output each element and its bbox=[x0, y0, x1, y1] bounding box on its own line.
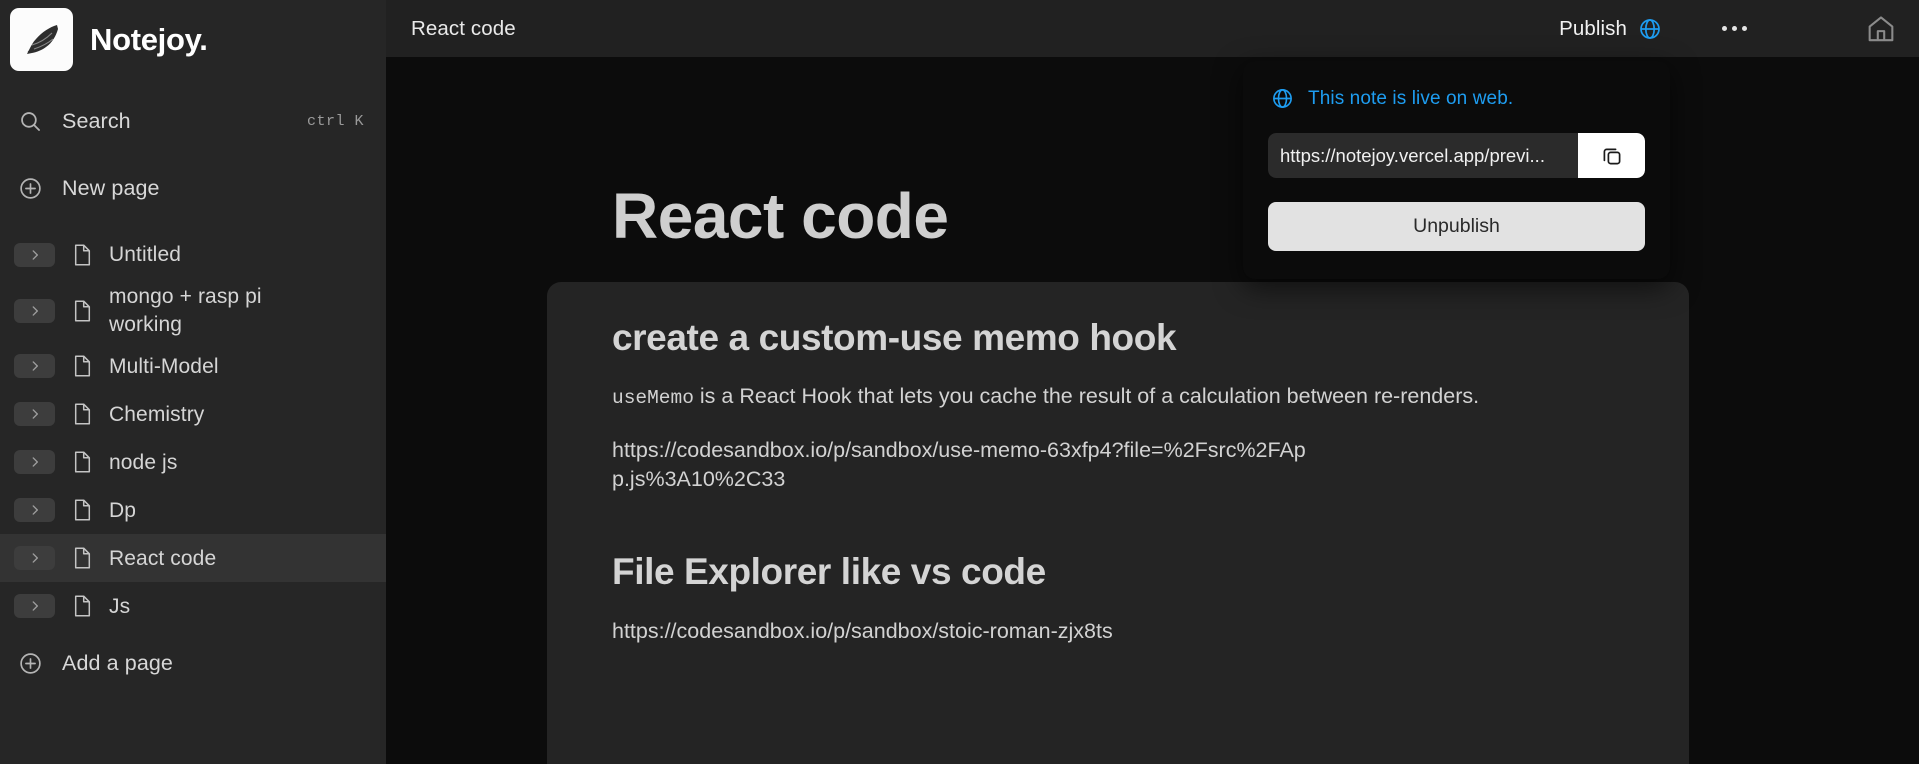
sidebar-item-label: node js bbox=[109, 450, 178, 474]
unpublish-button[interactable]: Unpublish bbox=[1268, 202, 1645, 251]
sidebar-item-multi-model[interactable]: Multi-Model bbox=[0, 342, 386, 390]
file-icon bbox=[71, 354, 93, 378]
chevron-right-icon[interactable] bbox=[14, 298, 55, 323]
publish-status: This note is live on web. bbox=[1268, 87, 1645, 110]
publish-popover: This note is live on web. https://notejo… bbox=[1243, 61, 1670, 279]
published-url-row: https://notejoy.vercel.app/previ... bbox=[1268, 133, 1645, 178]
sidebar-item-label: mongo + rasp pi working bbox=[109, 285, 262, 336]
chevron-right-icon[interactable] bbox=[14, 594, 55, 619]
file-icon bbox=[71, 546, 93, 570]
copy-icon bbox=[1600, 144, 1624, 168]
add-page-label: Add a page bbox=[62, 650, 173, 675]
search-button[interactable]: Search ctrl K bbox=[0, 98, 386, 144]
chevron-right-icon[interactable] bbox=[14, 546, 55, 571]
sidebar-item-untitled[interactable]: Untitled bbox=[0, 231, 386, 279]
breadcrumb-note-title[interactable]: React code bbox=[411, 17, 516, 41]
app-root: Notejoy. Search ctrl K New page Untitled… bbox=[0, 0, 1919, 764]
sidebar: Notejoy. Search ctrl K New page Untitled… bbox=[0, 0, 386, 764]
sidebar-item-label: Js bbox=[109, 594, 131, 618]
topbar: React code Publish bbox=[386, 0, 1919, 57]
ellipsis-icon bbox=[1732, 26, 1737, 31]
search-icon bbox=[18, 109, 43, 134]
sidebar-item-label: Chemistry bbox=[109, 402, 205, 426]
sidebar-item-react-code[interactable]: React code bbox=[0, 534, 386, 583]
file-icon bbox=[71, 450, 93, 474]
sidebar-item-chemistry[interactable]: Chemistry bbox=[0, 390, 386, 438]
search-shortcut: ctrl K bbox=[306, 112, 364, 130]
file-icon bbox=[71, 594, 93, 618]
note-heading-2[interactable]: File Explorer like vs code bbox=[612, 549, 1627, 595]
note-heading-1[interactable]: create a custom-use memo hook bbox=[612, 315, 1627, 361]
ellipsis-icon bbox=[1722, 26, 1727, 31]
publish-button[interactable]: Publish bbox=[1551, 13, 1670, 45]
file-icon bbox=[71, 243, 93, 267]
search-label: Search bbox=[62, 108, 131, 133]
globe-icon bbox=[1271, 87, 1294, 110]
publish-label: Publish bbox=[1559, 16, 1627, 40]
publish-status-text: This note is live on web. bbox=[1308, 87, 1514, 109]
file-icon bbox=[71, 402, 93, 426]
sidebar-item-js[interactable]: Js bbox=[0, 582, 386, 630]
file-icon bbox=[71, 498, 93, 522]
plus-circle-icon bbox=[18, 651, 43, 676]
copy-url-button[interactable] bbox=[1578, 133, 1645, 178]
ellipsis-icon bbox=[1742, 26, 1747, 31]
brand-name: Notejoy. bbox=[90, 21, 208, 57]
sidebar-item-label: Untitled bbox=[109, 243, 182, 267]
sidebar-item-mongo-rasp-pi-working[interactable]: mongo + rasp pi working bbox=[0, 279, 386, 342]
chevron-right-icon[interactable] bbox=[14, 402, 55, 427]
main-area: React code Publish This note is live on … bbox=[386, 0, 1919, 764]
file-icon bbox=[71, 299, 93, 323]
more-options-button[interactable] bbox=[1708, 20, 1761, 37]
note-paragraph-1-text: is a React Hook that lets you cache the … bbox=[693, 384, 1480, 409]
document-area: React code create a custom-use memo hook… bbox=[386, 57, 1919, 764]
note-card: create a custom-use memo hook useMemo is… bbox=[547, 282, 1689, 764]
chevron-right-icon[interactable] bbox=[14, 450, 55, 475]
home-button[interactable] bbox=[1861, 9, 1901, 49]
chevron-right-icon[interactable] bbox=[14, 354, 55, 379]
published-url-text[interactable]: https://notejoy.vercel.app/previ... bbox=[1268, 133, 1578, 178]
feather-logo-icon bbox=[10, 8, 73, 71]
sidebar-item-label: Multi-Model bbox=[109, 354, 219, 378]
sidebar-item-dp[interactable]: Dp bbox=[0, 486, 386, 534]
note-link-2[interactable]: https://codesandbox.io/p/sandbox/stoic-r… bbox=[612, 617, 1312, 646]
chevron-right-icon[interactable] bbox=[14, 243, 55, 267]
new-page-label: New page bbox=[62, 175, 160, 200]
globe-icon bbox=[1638, 17, 1662, 41]
new-page-button[interactable]: New page bbox=[0, 165, 386, 211]
note-link-1[interactable]: https://codesandbox.io/p/sandbox/use-mem… bbox=[612, 436, 1312, 495]
sidebar-item-node-js[interactable]: node js bbox=[0, 438, 386, 486]
note-paragraph-1[interactable]: useMemo is a React Hook that lets you ca… bbox=[612, 382, 1557, 412]
chevron-right-icon[interactable] bbox=[14, 498, 55, 523]
brand[interactable]: Notejoy. bbox=[0, 0, 386, 71]
inline-code-usememo: useMemo bbox=[612, 387, 694, 410]
home-icon bbox=[1865, 13, 1897, 45]
topbar-actions: Publish bbox=[1551, 9, 1919, 49]
page-tree: Untitled mongo + rasp pi working Multi-M… bbox=[0, 231, 386, 630]
page-title[interactable]: React code bbox=[612, 179, 949, 253]
plus-circle-icon bbox=[18, 176, 43, 201]
add-page-button[interactable]: Add a page bbox=[0, 640, 386, 686]
sidebar-item-label: Dp bbox=[109, 498, 137, 522]
sidebar-item-label: React code bbox=[109, 546, 217, 570]
